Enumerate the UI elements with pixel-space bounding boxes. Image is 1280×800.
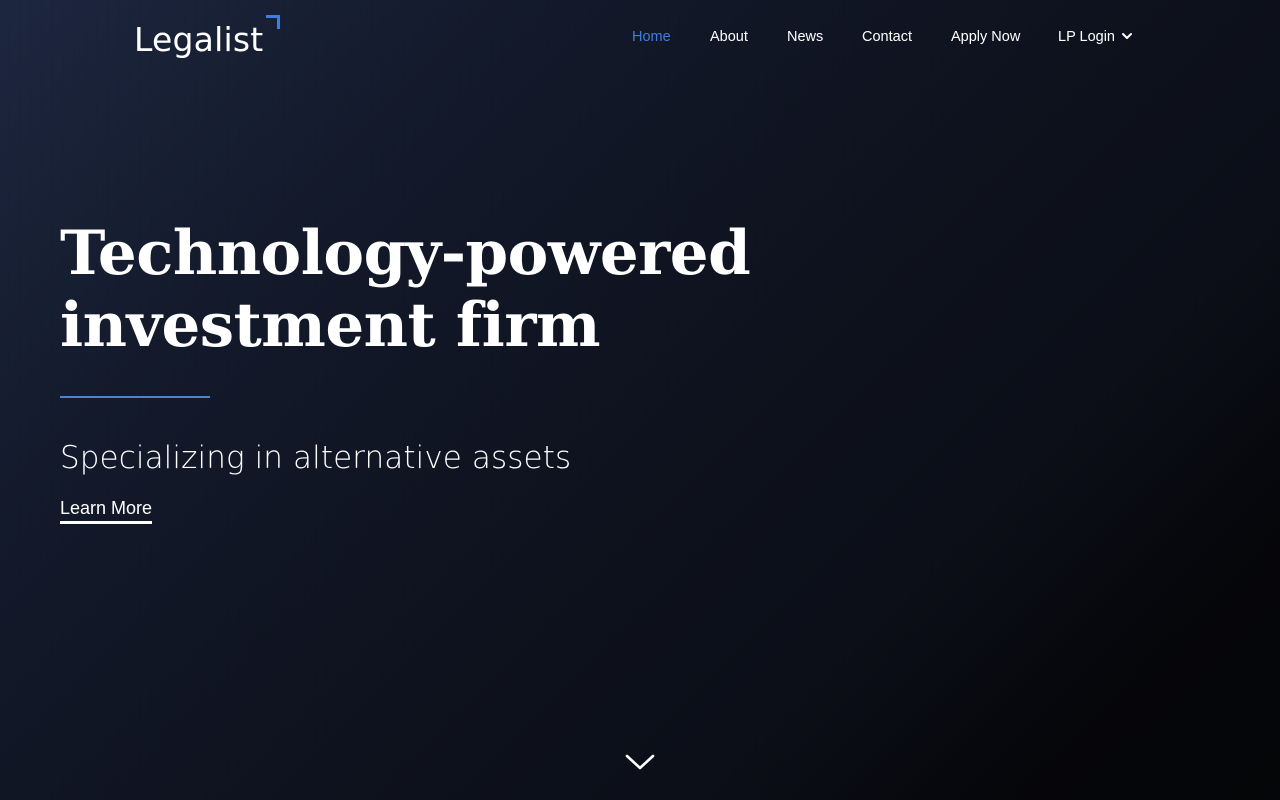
nav-contact[interactable]: Contact: [862, 27, 912, 47]
hero-divider: [60, 396, 210, 398]
nav-lp-login-label: LP Login: [1058, 29, 1115, 45]
nav-home[interactable]: Home: [632, 27, 671, 47]
hero-subheadline: Specializing in alternative assets: [60, 440, 572, 476]
nav-news[interactable]: News: [787, 27, 823, 47]
hero-background: [0, 0, 1280, 800]
hero-headline: Technology-powered investment firm: [60, 218, 820, 362]
main-nav: Home About News Contact Apply Now LP Log…: [0, 27, 1280, 47]
chevron-down-icon[interactable]: [624, 750, 656, 774]
chevron-down-icon: [1121, 33, 1132, 39]
nav-lp-login[interactable]: LP Login: [1058, 27, 1133, 47]
hero-headline-line2: investment firm: [60, 290, 601, 361]
nav-apply-now[interactable]: Apply Now: [951, 27, 1020, 47]
nav-about[interactable]: About: [710, 27, 748, 47]
learn-more-link[interactable]: Learn More: [60, 497, 153, 524]
hero-headline-line1: Technology-powered: [60, 218, 751, 289]
